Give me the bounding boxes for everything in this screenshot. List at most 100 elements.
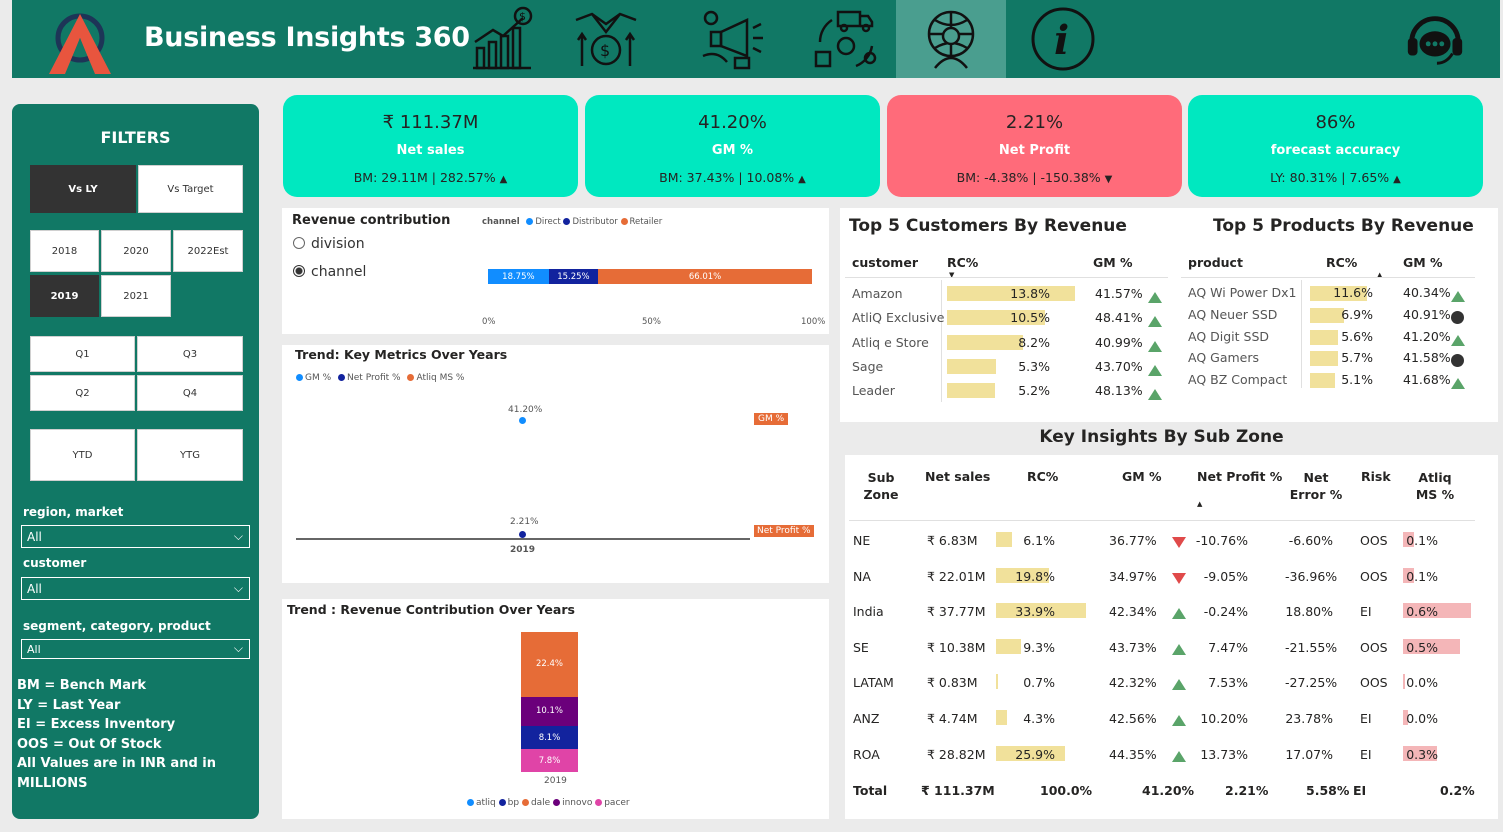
table-row[interactable]: AQ BZ Compact 5.1% 41.68% bbox=[1181, 372, 1475, 391]
segment-dropdown[interactable]: All ⌵ bbox=[21, 639, 250, 659]
trend-metrics-legend: GM % Net Profit % Atliq MS % bbox=[296, 373, 464, 383]
region-market-dropdown[interactable]: All ⌵ bbox=[21, 525, 250, 548]
customer-dropdown[interactable]: All ⌵ bbox=[21, 577, 250, 600]
column-header[interactable]: customer bbox=[852, 255, 918, 270]
up-triangle-icon-shape bbox=[1148, 364, 1162, 376]
ms-value: 0.0% bbox=[1406, 711, 1438, 726]
column-header[interactable]: Net Error % bbox=[1285, 469, 1347, 503]
ytg-button[interactable]: YTG bbox=[137, 429, 243, 481]
customer-name: Amazon bbox=[852, 286, 903, 301]
table-row[interactable]: LATAM ₹ 0.83M 0.7% 42.32% 7.53% -27.25% OOS 0.0… bbox=[845, 674, 1485, 694]
column-header[interactable]: GM % bbox=[1403, 255, 1443, 270]
marketing-view-icon[interactable] bbox=[691, 6, 771, 72]
zone-name: NE bbox=[853, 533, 871, 548]
gm-value: 48.13% bbox=[1095, 383, 1143, 399]
kpi-card-forecast-accuracy: 86% forecast accuracy LY: 80.31% | 7.65%… bbox=[1188, 95, 1483, 197]
rc-value: 19.8% bbox=[1015, 568, 1055, 584]
column-header[interactable]: RC% bbox=[1326, 255, 1357, 270]
legend-item: GM % bbox=[305, 373, 332, 383]
ytd-button[interactable]: YTD bbox=[30, 429, 135, 481]
table-row[interactable]: NE ₹ 6.83M 6.1% 36.77% -10.76% -6.60% OOS 0.1% bbox=[845, 532, 1485, 552]
up-triangle-icon bbox=[1172, 747, 1186, 766]
rc-value: 11.6% bbox=[1333, 285, 1373, 300]
down-triangle-icon-shape bbox=[1172, 572, 1186, 584]
bar-segment: 15.25% bbox=[548, 269, 599, 284]
column-header[interactable]: Atliq MS % bbox=[1407, 469, 1463, 503]
radio-division[interactable]: division bbox=[293, 236, 365, 252]
net-profit: 7.47% bbox=[1208, 639, 1248, 655]
up-triangle-icon bbox=[1451, 331, 1465, 350]
table-row[interactable]: India ₹ 37.77M 33.9% 42.34% -0.24% 18.80% EI 0.… bbox=[845, 603, 1485, 623]
net-error: -6.60% bbox=[1288, 533, 1333, 548]
gm-value: 43.73% bbox=[1109, 639, 1157, 655]
year-2018-button[interactable]: 2018 bbox=[30, 230, 99, 272]
year-2022est-button[interactable]: 2022Est bbox=[173, 230, 243, 272]
trend-revenue-title: Trend : Revenue Contribution Over Years bbox=[287, 602, 575, 617]
table-row[interactable]: AQ Digit SSD 5.6% 41.20% bbox=[1181, 329, 1475, 348]
table-row[interactable]: AQ Gamers 5.7% 41.58% bbox=[1181, 350, 1475, 369]
info-icon[interactable]: i bbox=[1023, 6, 1103, 72]
net-error: -27.25% bbox=[1285, 675, 1338, 691]
column-header[interactable]: GM % bbox=[1122, 469, 1162, 484]
q3-button[interactable]: Q3 bbox=[137, 336, 243, 372]
rc-value: 13.8% bbox=[1010, 286, 1050, 301]
risk: EI bbox=[1360, 746, 1372, 762]
year-2020-button[interactable]: 2020 bbox=[101, 230, 171, 272]
year-2019-button[interactable]: 2019 bbox=[30, 275, 99, 317]
gm-value: 40.99% bbox=[1095, 334, 1143, 350]
table-row[interactable]: Sage 5.3% 43.70% bbox=[845, 358, 1168, 378]
column-header[interactable]: Risk bbox=[1361, 469, 1391, 484]
rc-value: 9.3% bbox=[1023, 639, 1055, 655]
note-line: EI = Excess Inventory bbox=[17, 717, 176, 732]
gm-value: 34.97% bbox=[1109, 568, 1157, 584]
table-row[interactable]: Amazon 13.8% 41.57% bbox=[845, 285, 1168, 305]
q1-button[interactable]: Q1 bbox=[30, 336, 135, 372]
column-header[interactable]: Net sales bbox=[925, 469, 990, 484]
support-icon[interactable] bbox=[1395, 6, 1475, 72]
supply-chain-view-icon[interactable] bbox=[806, 6, 886, 72]
column-header[interactable]: RC% bbox=[947, 255, 978, 270]
customer-label: customer bbox=[23, 556, 87, 570]
up-triangle-icon-shape bbox=[1172, 679, 1186, 691]
total-rc: 100.0% bbox=[1040, 783, 1093, 798]
column-header[interactable]: Net Profit % bbox=[1197, 469, 1282, 484]
table-row[interactable]: AtliQ Exclusive 10.5% 48.41% bbox=[845, 309, 1168, 329]
column-header[interactable]: Sub Zone bbox=[863, 469, 899, 503]
year-2021-button[interactable]: 2021 bbox=[101, 275, 171, 317]
q4-button[interactable]: Q4 bbox=[137, 375, 243, 411]
vs-ly-button[interactable]: Vs LY bbox=[30, 165, 136, 213]
table-row[interactable]: ROA ₹ 28.82M 25.9% 44.35% 13.73% 17.07% EI 0.3% bbox=[845, 745, 1485, 766]
column-header[interactable]: product bbox=[1188, 255, 1243, 270]
kpi-benchmark: BM: 37.43% | 10.08% ▲ bbox=[659, 170, 806, 185]
down-triangle-icon bbox=[1172, 569, 1186, 588]
radio-selected-icon bbox=[293, 265, 305, 277]
customer-name: Leader bbox=[852, 383, 895, 399]
up-triangle-icon-shape bbox=[1148, 389, 1162, 401]
radio-channel[interactable]: channel bbox=[293, 264, 366, 280]
kpi-value: 86% bbox=[1315, 112, 1356, 133]
up-triangle-icon-shape bbox=[1172, 750, 1186, 762]
finance-view-icon[interactable]: $ bbox=[461, 6, 541, 72]
vs-target-button[interactable]: Vs Target bbox=[138, 165, 243, 213]
table-row[interactable]: Atliq e Store 8.2% 40.99% bbox=[845, 334, 1168, 354]
kpi-card-net-profit: 2.21% Net Profit BM: -4.38% | -150.38% ▼ bbox=[887, 95, 1182, 197]
top-customers-table: customer RC% ▼ GM % Amazon 13.8% 41.57% Atl… bbox=[845, 244, 1168, 404]
q2-button[interactable]: Q2 bbox=[30, 375, 135, 411]
executive-view-icon[interactable] bbox=[911, 6, 991, 72]
table-row[interactable]: Leader 5.2% 48.13% bbox=[845, 382, 1168, 402]
net-profit: -0.24% bbox=[1203, 604, 1248, 620]
stack-segment: 22.4% bbox=[521, 632, 578, 697]
column-header[interactable]: GM % bbox=[1093, 255, 1133, 270]
column-header[interactable]: RC% bbox=[1027, 469, 1058, 484]
table-row[interactable]: NA ₹ 22.01M 19.8% 34.97% -9.05% -36.96% OOS 0.1… bbox=[845, 567, 1485, 588]
product-name: AQ Digit SSD bbox=[1188, 328, 1270, 344]
svg-text:i: i bbox=[1054, 17, 1069, 64]
rc-value: 10.5% bbox=[1010, 310, 1050, 326]
table-row[interactable]: AQ Neuer SSD 6.9% 40.91% bbox=[1181, 307, 1475, 326]
table-row[interactable]: ANZ ₹ 4.74M 4.3% 42.56% 10.20% 23.78% EI 0.0% bbox=[845, 710, 1485, 730]
rc-value: 6.1% bbox=[1023, 533, 1055, 548]
up-triangle-icon bbox=[1172, 711, 1186, 730]
sales-view-icon[interactable]: $ bbox=[566, 6, 646, 72]
table-row[interactable]: SE ₹ 10.38M 9.3% 43.73% 7.47% -21.55% OOS 0.5% bbox=[845, 638, 1485, 659]
table-row[interactable]: AQ Wi Power Dx1 11.6% 40.34% bbox=[1181, 285, 1475, 304]
